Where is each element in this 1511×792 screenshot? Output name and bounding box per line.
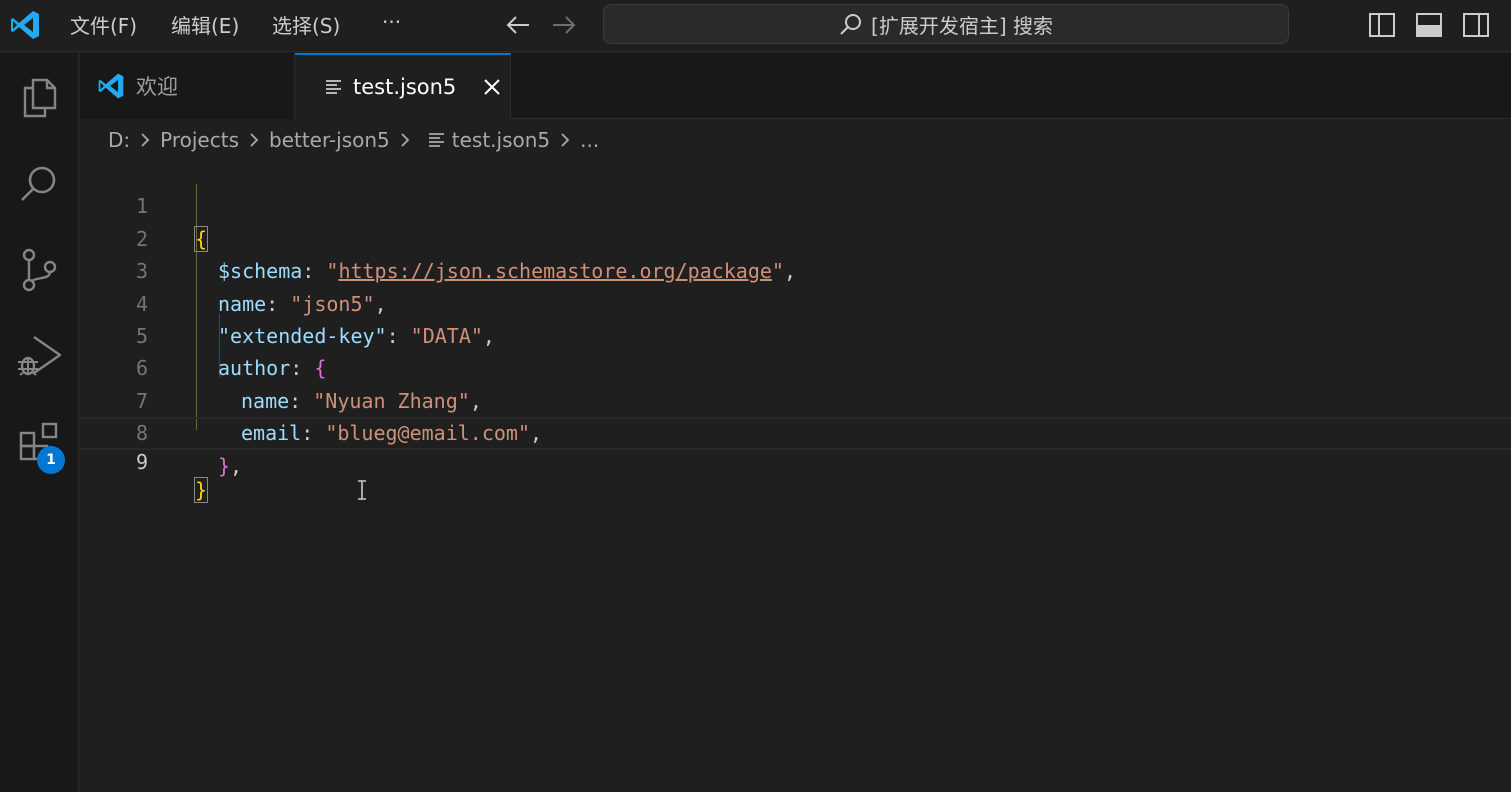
- tab-close-button[interactable]: [480, 75, 504, 99]
- vscode-logo-icon: [98, 73, 124, 99]
- code-line: 5 author: {: [80, 288, 1511, 380]
- tab-test-json5[interactable]: test.json5: [295, 53, 511, 119]
- menu-more[interactable]: ···: [382, 8, 401, 36]
- layout-sidebar-left-icon: [1369, 13, 1395, 37]
- menu-selection[interactable]: 选择(S): [272, 12, 340, 40]
- text-cursor-icon: [358, 480, 366, 500]
- code-line: 1 {: [80, 158, 1511, 252]
- title-bar: 文件(F) 编辑(E) 选择(S) ··· [扩展开发宿主] 搜索: [0, 0, 1511, 52]
- arrow-left-icon: [506, 16, 529, 34]
- breadcrumb-item-projects[interactable]: Projects: [160, 128, 239, 152]
- file-lines-icon: [326, 80, 341, 94]
- search-icon: [21, 166, 56, 201]
- arrow-right-icon: [553, 16, 576, 34]
- code-line-current: 9 }: [80, 417, 1511, 503]
- toggle-panel-button[interactable]: [1413, 9, 1445, 41]
- toggle-secondary-sidebar-button[interactable]: [1460, 9, 1492, 41]
- breadcrumb: D: Projects better-json5 test.json5 ...: [108, 124, 599, 156]
- breadcrumb-item-folder[interactable]: better-json5: [269, 128, 390, 152]
- punctuation: ,: [230, 453, 243, 478]
- code-line: 7 email: "blueg@email.com",: [80, 352, 1511, 445]
- source-control-icon: [22, 248, 57, 292]
- toggle-primary-sidebar-button[interactable]: [1366, 9, 1398, 41]
- back-button[interactable]: [502, 10, 534, 40]
- layout-panel-icon: [1416, 13, 1442, 37]
- breadcrumb-item-drive[interactable]: D:: [108, 128, 130, 152]
- chevron-right-icon: [556, 131, 574, 149]
- extensions-badge: 1: [37, 446, 65, 474]
- code-line: 3 name: "json5",: [80, 223, 1511, 315]
- search-icon: [840, 14, 862, 35]
- run-debug-icon: [18, 336, 62, 376]
- tab-label: test.json5: [353, 75, 457, 99]
- forward-button[interactable]: [548, 10, 580, 40]
- line-number: 9: [135, 449, 148, 474]
- chevron-right-icon: [245, 131, 263, 149]
- chevron-right-icon: [136, 131, 154, 149]
- close-icon: [484, 79, 501, 95]
- activity-search[interactable]: [10, 155, 68, 213]
- command-center-label: [扩展开发宿主] 搜索: [871, 13, 1053, 38]
- bracket: }: [218, 453, 231, 478]
- vscode-logo-icon: [11, 11, 39, 39]
- layout-sidebar-right-icon: [1463, 13, 1489, 37]
- code-line: 8 },: [80, 385, 1511, 477]
- code-editor[interactable]: 1 { 2 $schema: "https://json.schemastore…: [80, 158, 1511, 792]
- tab-label: 欢迎: [136, 75, 178, 99]
- code-line: 4 "extended-key": "DATA",: [80, 255, 1511, 348]
- menu-edit[interactable]: 编辑(E): [171, 12, 239, 40]
- code-line: 6 name: "Nyuan Zhang",: [80, 320, 1511, 412]
- breadcrumb-item-file[interactable]: test.json5: [452, 128, 550, 152]
- explorer-icon: [23, 78, 57, 118]
- file-lines-icon: [428, 133, 444, 147]
- menu-file[interactable]: 文件(F): [70, 12, 137, 40]
- bracket: }: [193, 477, 209, 503]
- tab-welcome[interactable]: 欢迎: [80, 53, 295, 119]
- activity-bar: 1: [0, 53, 79, 792]
- activity-source-control[interactable]: [10, 241, 68, 299]
- command-center-search[interactable]: [扩展开发宿主] 搜索: [603, 4, 1289, 44]
- chevron-right-icon: [396, 131, 414, 149]
- activity-explorer[interactable]: [10, 69, 68, 127]
- activity-run-debug[interactable]: [10, 327, 68, 385]
- breadcrumb-item-symbol[interactable]: ...: [580, 128, 599, 152]
- code-line: 2 $schema: "https://json.schemastore.org…: [80, 190, 1511, 283]
- editor-tab-bar: 欢迎 test.json5: [80, 53, 1511, 119]
